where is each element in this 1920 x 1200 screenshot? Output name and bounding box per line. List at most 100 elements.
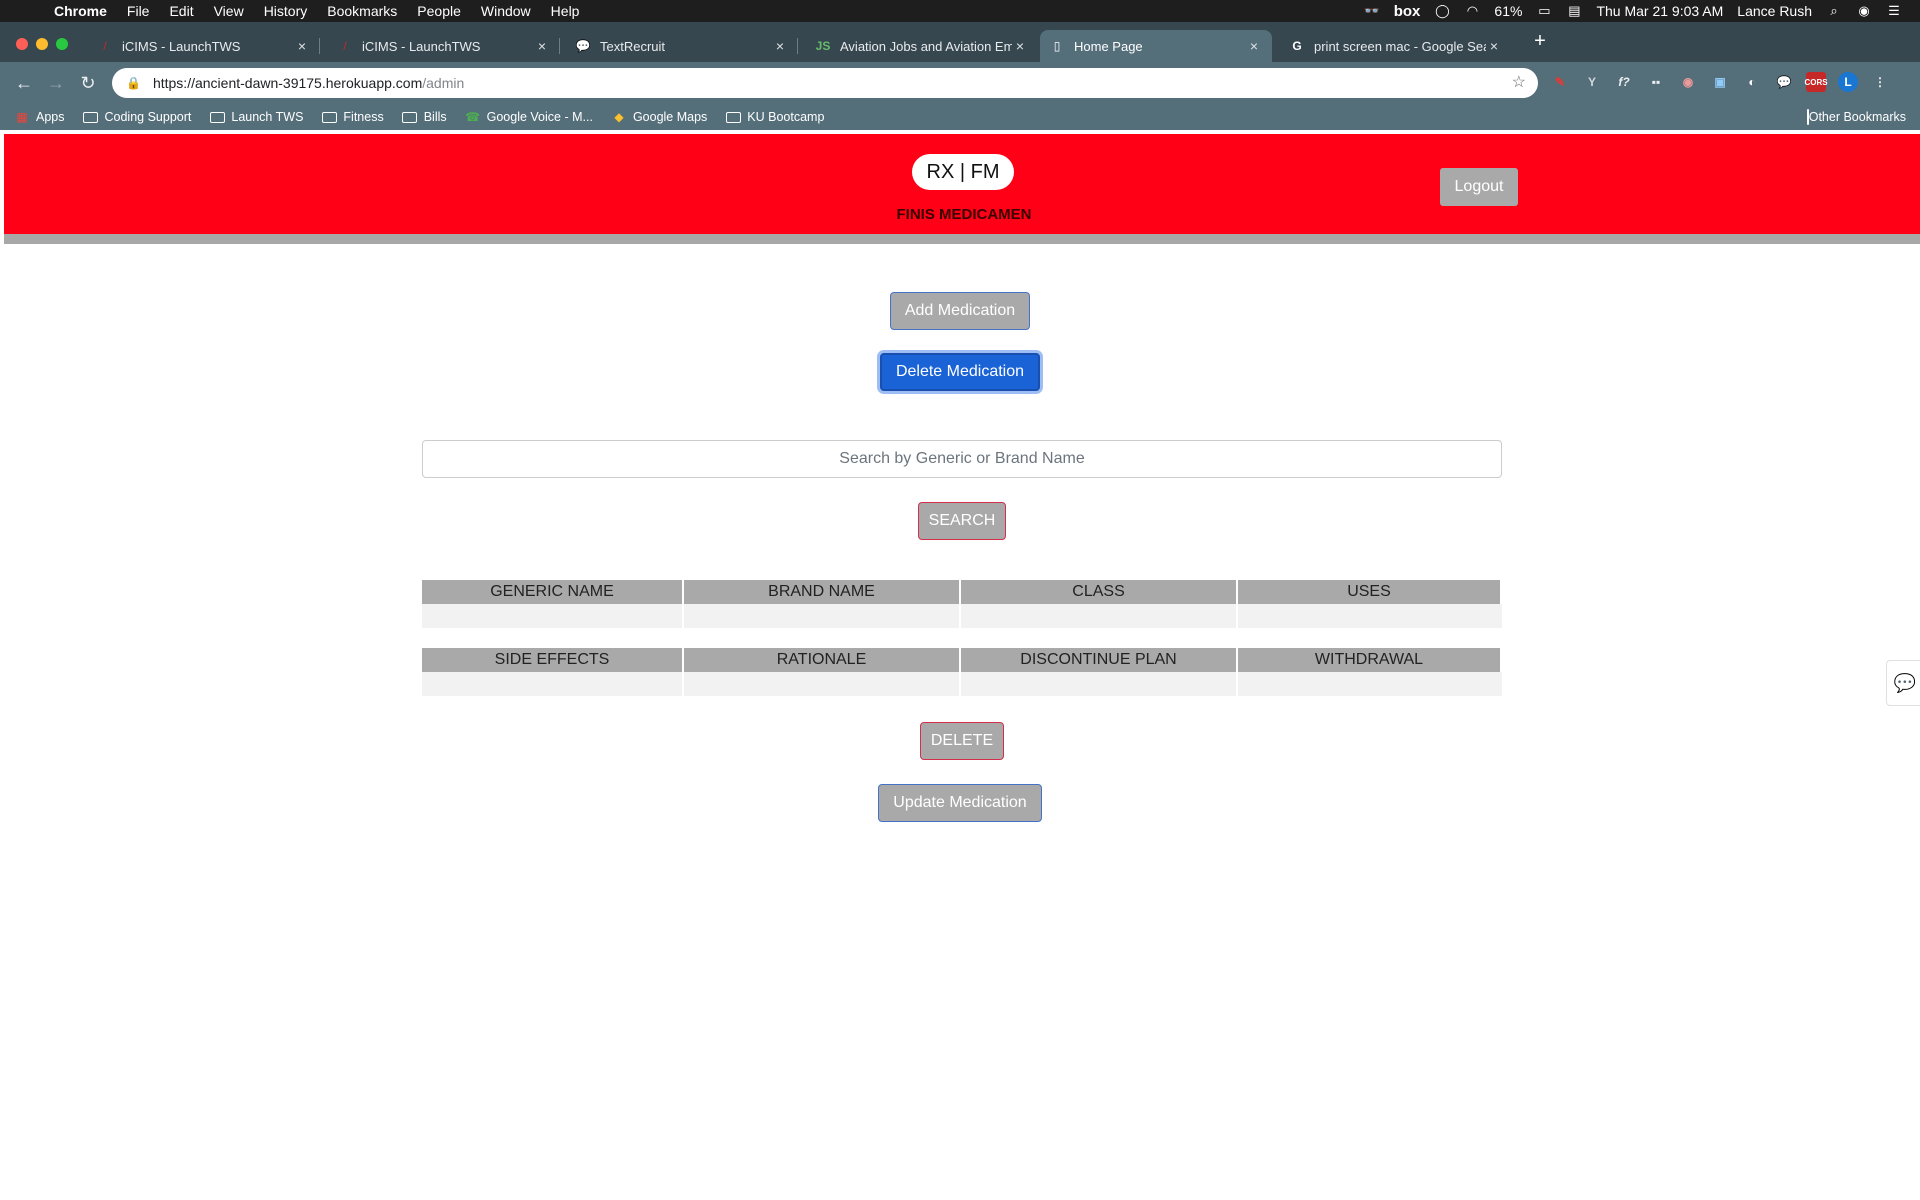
menu-edit[interactable]: Edit [169, 3, 193, 19]
menu-file[interactable]: File [127, 3, 150, 19]
icims-icon: / [103, 39, 107, 53]
bookmark-ku-bootcamp[interactable]: KU Bootcamp [725, 110, 824, 124]
record-extension-icon[interactable]: ◉ [1678, 72, 1698, 92]
tab-title: Home Page [1074, 38, 1143, 54]
lock-icon[interactable]: 🔒 [126, 76, 141, 90]
menu-bookmarks[interactable]: Bookmarks [327, 3, 397, 19]
macos-menu-bar: Chrome File Edit View History Bookmarks … [0, 0, 1920, 22]
bookmark-google-voice[interactable]: ☎ Google Voice - M... [465, 110, 593, 124]
tab-textrecruit[interactable]: 💬 TextRecruit × [566, 30, 798, 62]
chat-widget-icon[interactable]: 💬 [1886, 660, 1920, 706]
bookmark-bills[interactable]: Bills [402, 110, 447, 124]
clock[interactable]: Thu Mar 21 9:03 AM [1596, 3, 1723, 19]
browser-tab-strip: / iCIMS - LaunchTWS × / iCIMS - LaunchTW… [0, 22, 1920, 62]
bookmark-label: Google Voice - M... [486, 110, 593, 124]
siri-icon[interactable]: ◉ [1856, 3, 1872, 19]
y-extension-icon[interactable]: Y [1582, 72, 1602, 92]
bookmark-label: KU Bootcamp [747, 110, 825, 124]
chat-extension-icon[interactable]: 💬 [1774, 72, 1794, 92]
tab-aviation-jobs[interactable]: JS Aviation Jobs and Aviation Emp × [806, 30, 1038, 62]
header-side-effects: SIDE EFFECTS [422, 648, 684, 672]
menu-view[interactable]: View [214, 3, 244, 19]
bookmark-fitness[interactable]: Fitness [321, 110, 384, 124]
search-input[interactable]: Search by Generic or Brand Name [422, 440, 1502, 478]
menu-window[interactable]: Window [481, 3, 531, 19]
close-tab-icon[interactable]: × [1012, 38, 1028, 54]
delete-medication-button[interactable]: Delete Medication [880, 353, 1040, 391]
cell-brand-name [684, 604, 961, 628]
close-tab-icon[interactable]: × [772, 38, 788, 54]
tab-icims-1[interactable]: / iCIMS - LaunchTWS × [88, 30, 320, 62]
new-tab-button[interactable]: + [1528, 30, 1552, 54]
folder-icon [321, 111, 337, 123]
tab-home-page[interactable]: ▯ Home Page × [1040, 30, 1272, 62]
tab-google-search[interactable]: G print screen mac - Google Sea × [1280, 30, 1512, 62]
other-bookmarks[interactable]: Other Bookmarks [1806, 109, 1906, 125]
formula-extension-icon[interactable]: f? [1614, 72, 1634, 92]
bookmark-label: Google Maps [632, 110, 708, 124]
close-tab-icon[interactable]: × [294, 38, 310, 54]
forward-icon[interactable]: → [40, 73, 72, 94]
icims-icon: / [343, 39, 347, 53]
tab-icims-2[interactable]: / iCIMS - LaunchTWS × [328, 30, 560, 62]
url-host: https://ancient-dawn-39175.herokuapp.com [152, 75, 423, 91]
update-medication-button[interactable]: Update Medication [878, 784, 1042, 822]
wifi-icon[interactable]: ◠ [1464, 3, 1480, 19]
close-tab-icon[interactable]: × [1486, 38, 1502, 54]
delete-button[interactable]: DELETE [920, 722, 1004, 760]
chat-icon: 💬 [575, 39, 591, 53]
tab-title: Aviation Jobs and Aviation Emp [840, 38, 1012, 54]
menu-history[interactable]: History [264, 3, 308, 19]
header-brand-name: BRAND NAME [684, 580, 961, 604]
maximize-window-icon[interactable] [56, 38, 68, 50]
battery-icon[interactable]: ▭ [1536, 3, 1552, 19]
user-name[interactable]: Lance Rush [1737, 3, 1812, 19]
bookmark-star-icon[interactable]: ☆ [1512, 72, 1526, 92]
cell-generic-name [422, 604, 684, 628]
other-bookmarks-label: Other Bookmarks [1808, 110, 1906, 124]
google-icon: G [1292, 39, 1302, 53]
menu-chrome[interactable]: Chrome [54, 3, 107, 19]
notification-center-icon[interactable]: ☰ [1886, 3, 1902, 19]
glasses-icon[interactable]: 👓 [1364, 3, 1380, 19]
dots-extension-icon[interactable]: ▪▪ [1646, 72, 1666, 92]
header-discontinue-plan: DISCONTINUE PLAN [961, 648, 1238, 672]
close-tab-icon[interactable]: × [534, 38, 550, 54]
square-extension-icon[interactable]: ▣ [1710, 72, 1730, 92]
address-bar[interactable]: 🔒 https://ancient-dawn-39175.herokuapp.c… [112, 68, 1538, 98]
cell-rationale [684, 672, 961, 696]
menu-help[interactable]: Help [551, 3, 580, 19]
flag-icon[interactable]: ▤ [1566, 3, 1582, 19]
header-rationale: RATIONALE [684, 648, 961, 672]
cell-side-effects [422, 672, 684, 696]
pen-extension-icon[interactable]: ✎ [1550, 72, 1570, 92]
moon-icon[interactable]: ◯ [1434, 3, 1450, 19]
browser-toolbar: ← → ↻ 🔒 https://ancient-dawn-39175.herok… [0, 62, 1920, 104]
medication-table-2: SIDE EFFECTS RATIONALE DISCONTINUE PLAN … [422, 648, 1502, 696]
circle-extension-icon[interactable]: ◐ [1742, 72, 1762, 92]
menu-people[interactable]: People [417, 3, 461, 19]
logout-button[interactable]: Logout [1440, 168, 1518, 206]
cell-class [961, 604, 1238, 628]
spotlight-search-icon[interactable]: ⌕ [1826, 3, 1842, 19]
box-icon[interactable]: box [1394, 3, 1421, 20]
bookmark-label: Coding Support [104, 110, 192, 124]
bookmark-google-maps[interactable]: ◆ Google Maps [611, 110, 707, 124]
app-logo[interactable]: RX | FM [912, 154, 1014, 190]
bookmark-apps[interactable]: ▦ Apps [14, 110, 64, 124]
folder-icon [402, 111, 418, 123]
bookmark-launch-tws[interactable]: Launch TWS [209, 110, 303, 124]
search-button[interactable]: SEARCH [918, 502, 1006, 540]
minimize-window-icon[interactable] [36, 38, 48, 50]
add-medication-button[interactable]: Add Medication [890, 292, 1030, 330]
menu-dots-icon[interactable]: ⋮ [1870, 72, 1890, 92]
cors-extension-icon[interactable]: CORS [1804, 72, 1828, 92]
close-window-icon[interactable] [16, 38, 28, 50]
back-icon[interactable]: ← [8, 73, 40, 94]
js-icon: JS [815, 39, 831, 53]
reload-icon[interactable]: ↻ [72, 73, 104, 94]
profile-avatar[interactable]: L [1838, 72, 1858, 92]
header-class: CLASS [961, 580, 1238, 604]
close-tab-icon[interactable]: × [1246, 38, 1262, 54]
bookmark-coding-support[interactable]: Coding Support [83, 110, 192, 124]
